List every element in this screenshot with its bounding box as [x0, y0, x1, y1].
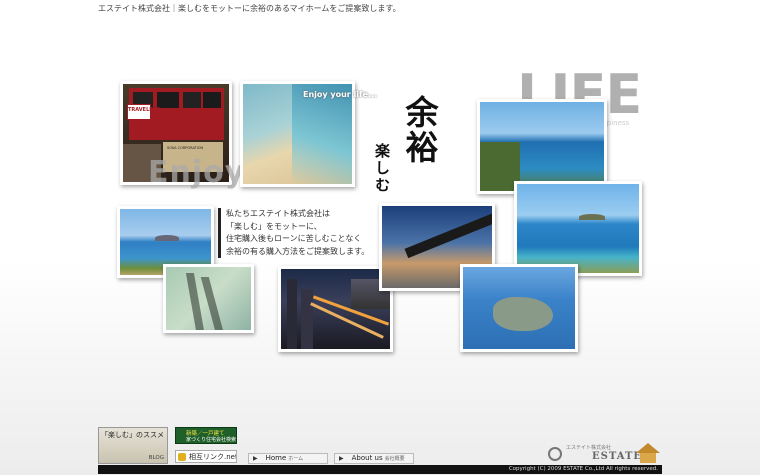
footer-logo[interactable]: エステイト株式会社 ESTATE	[548, 443, 660, 464]
photo-coast-mid	[514, 181, 642, 276]
enjoy-caption: Enjoy your life...	[303, 90, 378, 99]
arrow-right-icon: ▶	[339, 455, 344, 462]
intro-line: 私たちエステイト株式会社は	[226, 209, 330, 218]
nav-about-sub: 会社概要	[384, 456, 405, 462]
photo-coast-top	[477, 99, 607, 194]
logo-text: ESTATE	[592, 451, 643, 462]
logo-circles-icon	[548, 447, 562, 461]
banner-tanoshimu[interactable]: 「楽しむ」のススメ BLOG	[98, 427, 168, 464]
house-body-icon	[640, 453, 656, 463]
intro-text: 私たちエステイト株式会社は 「楽しむ」をモットーに、 住宅購入後もローンに苦しむ…	[218, 208, 369, 258]
link-icon	[178, 453, 186, 461]
banner-shinchiku-line2: 家づくり住宅会社検索	[186, 437, 237, 443]
intro-line: 「楽しむ」をモットーに、	[226, 221, 322, 231]
nav-about-button[interactable]: ▶ About us 会社概要	[334, 453, 414, 464]
tram-plate: SOXA CORPORATION	[167, 146, 204, 150]
arrow-right-icon: ▶	[253, 455, 258, 462]
banner-sogo-link[interactable]: 相互リンク.net	[175, 450, 237, 463]
nav-home-button[interactable]: ▶ Home ホーム	[248, 453, 328, 464]
tram-sign: TRAVELERS	[128, 107, 161, 113]
nav-home-sub: ホーム	[288, 456, 304, 462]
photo-shadows	[163, 264, 254, 333]
footer-bar: Copyright (C) 2009 ESTATE Co.,Ltd All ri…	[98, 465, 662, 474]
enjoy-word: Enjoy	[148, 155, 246, 190]
banner-sogo-link-label: 相互リンク.net	[189, 453, 237, 461]
site-tagline: エステイト株式会社｜楽しむをモットーに余裕のあるマイホームをご提案致します。	[98, 4, 401, 13]
vertical-sub-text: 楽しむ	[373, 143, 391, 194]
photo-aerial	[460, 264, 578, 352]
banner-shinchiku[interactable]: 新築／一戸建て 家づくり住宅会社検索	[175, 427, 237, 444]
intro-line: 余裕の有る購入方法をご提案致します。	[226, 246, 370, 256]
photo-city-night	[278, 266, 393, 352]
nav-home-label: Home	[265, 454, 287, 462]
house-icon	[636, 443, 660, 453]
nav-about-label: About us	[351, 454, 383, 462]
banner-blog-label: BLOG	[148, 455, 164, 461]
intro-line: 住宅購入後もローンに苦しむことなく	[226, 234, 362, 243]
banner-tanoshimu-label: 「楽しむ」のススメ	[101, 431, 164, 439]
copyright: Copyright (C) 2009 ESTATE Co.,Ltd All ri…	[508, 466, 658, 472]
logo-sub-text: エステイト株式会社	[566, 445, 612, 451]
vertical-main-text: 余裕	[400, 95, 439, 165]
